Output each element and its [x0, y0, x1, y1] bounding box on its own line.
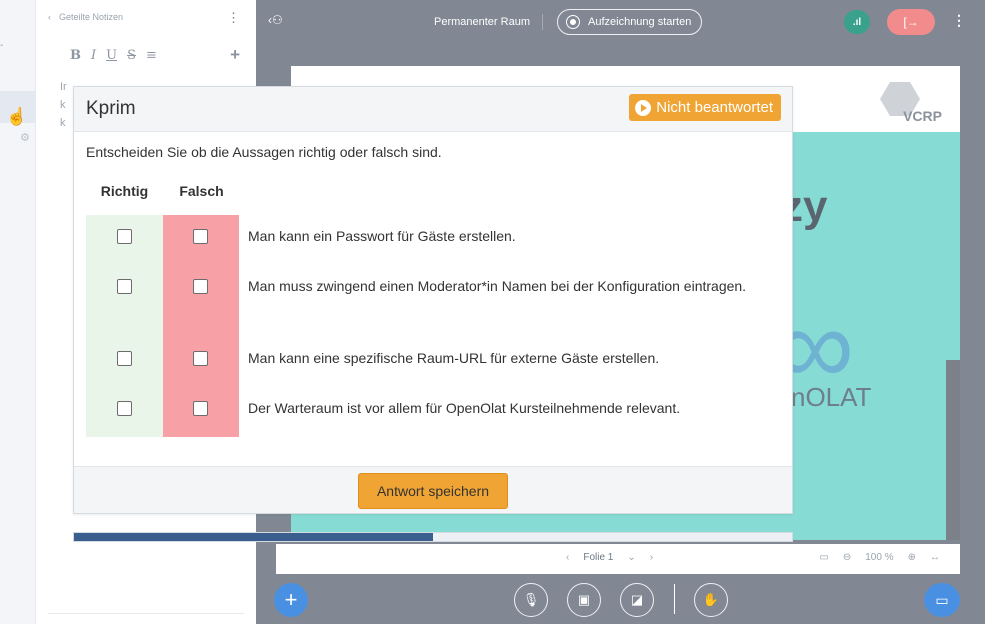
notes-toolbar: B I U S ≡ +	[70, 46, 240, 63]
false-checkbox[interactable]	[193, 351, 208, 366]
next-slide-icon[interactable]: ›	[650, 552, 653, 563]
save-answer-button[interactable]: Antwort speichern	[358, 473, 508, 509]
notes-header: ‹ Geteilte Notizen	[48, 12, 123, 22]
status-badge: Nicht beantwortet	[629, 94, 781, 121]
raise-hand-icon[interactable]: ✋	[694, 583, 728, 617]
gear-icon[interactable]: ⚙	[20, 133, 30, 144]
camera-icon[interactable]: ▣	[567, 583, 601, 617]
whiteboard-icon[interactable]: ▭	[819, 552, 828, 563]
notes-line: k	[60, 99, 66, 111]
divider	[542, 14, 543, 30]
false-checkbox[interactable]	[193, 401, 208, 416]
bottom-bar: + 🎙 ▣ ◪ ✋ ▭	[256, 576, 985, 624]
slide-brand: nOLAT	[791, 382, 872, 412]
dialog-title: Kprim	[86, 98, 136, 119]
screenshare-icon[interactable]: ◪	[620, 583, 654, 617]
options-menu-icon[interactable]: ⋮	[952, 12, 966, 29]
prev-slide-icon[interactable]: ‹	[566, 552, 569, 563]
room-name: Permanenter Raum	[434, 16, 530, 28]
dialog-footer: Antwort speichern	[74, 466, 792, 513]
column-header-false: Falsch	[179, 183, 224, 199]
instruction-text: Entscheiden Sie ob die Aussagen richtig …	[86, 144, 442, 160]
statement-text: Man kann ein Passwort für Gäste erstelle…	[248, 228, 516, 244]
notes-line: Ir	[60, 81, 67, 93]
underline-button[interactable]: U	[106, 48, 117, 63]
slide-controls: ‹ Folie 1 ⌄ › ▭ ⊖ 100 % ⊕ ↔	[276, 544, 960, 574]
exit-icon: [→	[903, 15, 919, 29]
quiz-dialog: Kprim Nicht beantwortet Entscheiden Sie …	[73, 86, 793, 514]
statement-text: Man kann eine spezifische Raum-URL für e…	[248, 350, 660, 366]
divider	[48, 613, 244, 614]
hand-cursor-icon: ☝	[6, 107, 28, 126]
zoom-out-icon[interactable]: ⊖	[843, 552, 851, 563]
zoom-controls: ▭ ⊖ 100 % ⊕ ↔	[819, 552, 940, 563]
back-chevron-icon[interactable]: ‹	[48, 12, 51, 22]
presentation-icon[interactable]: ▭	[924, 583, 960, 617]
column-header-true: Richtig	[100, 183, 149, 199]
false-checkbox[interactable]	[193, 229, 208, 244]
leave-button[interactable]: [→	[887, 9, 935, 35]
false-checkbox[interactable]	[193, 279, 208, 294]
top-bar: ‹⚇ Permanenter Raum Aufzeichnung starten…	[256, 0, 985, 44]
zoom-in-icon[interactable]: ⊕	[908, 552, 916, 563]
true-checkbox[interactable]	[117, 351, 132, 366]
slide-nav: ‹ Folie 1 ⌄ ›	[566, 552, 653, 563]
quiz-progress-bar	[73, 532, 793, 542]
connection-status-icon[interactable]: .ıl	[844, 10, 870, 34]
nav-marker: -	[0, 40, 4, 51]
divider	[674, 584, 675, 614]
statement-text: Der Warteraum ist vor allem für OpenOlat…	[248, 400, 681, 416]
statement-text: Man muss zwingend einen Moderator*in Nam…	[248, 278, 747, 294]
slide-decoration	[946, 360, 960, 540]
play-icon	[635, 99, 652, 116]
zoom-level: 100 %	[865, 552, 894, 563]
status-label: Nicht beantwortet	[656, 99, 773, 116]
fit-width-icon[interactable]: ↔	[930, 552, 940, 563]
notes-text[interactable]: Ir k k	[60, 78, 67, 132]
true-checkbox[interactable]	[117, 279, 132, 294]
record-label: Aufzeichnung starten	[588, 16, 692, 28]
notes-line: k	[60, 117, 66, 129]
italic-button[interactable]: I	[91, 48, 96, 63]
slide-select[interactable]: Folie 1	[583, 552, 613, 563]
true-checkbox[interactable]	[117, 229, 132, 244]
logo-text: VCRP	[903, 108, 942, 124]
microphone-icon[interactable]: 🎙	[514, 583, 548, 617]
record-icon	[566, 15, 580, 29]
actions-button[interactable]: +	[274, 583, 308, 617]
dialog-header: Kprim Nicht beantwortet	[74, 87, 792, 132]
notes-title: Geteilte Notizen	[59, 12, 124, 22]
user-list-icon[interactable]: ‹⚇	[268, 13, 283, 27]
add-button[interactable]: +	[230, 46, 240, 63]
app-root: - ☝ ⚙ ‹ Geteilte Notizen ⋮ B I U S ≡ + I…	[0, 0, 985, 624]
true-checkbox[interactable]	[117, 401, 132, 416]
notes-menu-icon[interactable]: ⋮	[227, 10, 240, 26]
list-button[interactable]: ≡	[146, 48, 157, 63]
strikethrough-button[interactable]: S	[127, 48, 136, 63]
progress-fill	[74, 533, 433, 541]
chevron-down-icon[interactable]: ⌄	[627, 552, 635, 563]
left-nav: - ☝ ⚙	[0, 0, 36, 624]
record-button[interactable]: Aufzeichnung starten	[557, 9, 703, 35]
logo: VCRP	[868, 80, 942, 126]
bold-button[interactable]: B	[70, 48, 81, 63]
